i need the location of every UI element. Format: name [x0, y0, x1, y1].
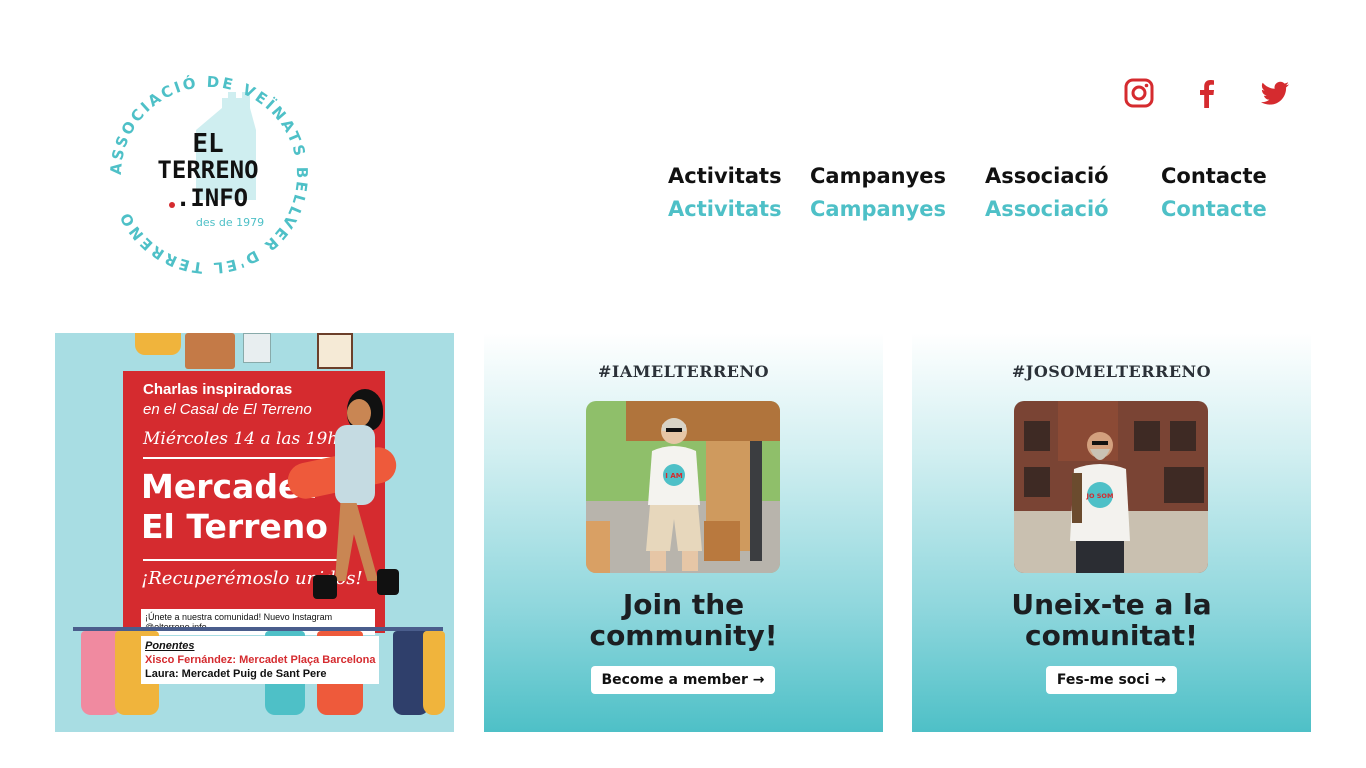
- become-member-button[interactable]: Become a member →: [591, 666, 775, 694]
- uneix-te-card: #JOSOMELTERRENO JO SOM Uneix-te a la com…: [912, 333, 1311, 732]
- nav-item-activitats[interactable]: Activitats Activitats: [668, 160, 810, 226]
- nav-label: Activitats: [668, 164, 782, 188]
- instagram-icon[interactable]: [1120, 74, 1158, 112]
- event-poster-card[interactable]: Charlas inspiradoras en el Casal de El T…: [55, 333, 454, 732]
- member-photo: JO SOM: [1014, 401, 1208, 573]
- poster-divider: [143, 559, 343, 561]
- poster-line1: Charlas inspiradoras: [143, 381, 293, 398]
- poster-lamp-illustration: [135, 333, 181, 355]
- nav-item-associacio[interactable]: Associació Associació: [985, 160, 1161, 226]
- nav-hover-label: Associació: [985, 197, 1109, 221]
- poster-frame-illustration: [317, 333, 353, 369]
- site-logo[interactable]: ASSOCIACIÓ DE VEÏNATS BELLVER D'EL TERRE…: [104, 70, 314, 280]
- nav-hover-label: Campanyes: [810, 197, 947, 221]
- poster-boot: [377, 569, 399, 595]
- card-headline: Join the community!: [484, 589, 883, 651]
- poster-shelf-illustration: [243, 333, 271, 363]
- facebook-icon[interactable]: [1188, 74, 1226, 112]
- nav-hover-label: Contacte: [1161, 197, 1267, 221]
- poster-garment: [423, 631, 445, 715]
- card-headline-line1: Join the: [622, 588, 745, 621]
- poster-date: Miércoles 14 a las 19h: [143, 429, 339, 449]
- card-headline-line2: community!: [589, 619, 778, 652]
- nav-label: Associació: [985, 164, 1109, 188]
- poster-speakers: Ponentes Xisco Fernández: Mercadet Plaça…: [141, 636, 380, 684]
- nav-item-campanyes[interactable]: Campanyes Campanyes: [810, 160, 985, 226]
- nav-label: Contacte: [1161, 164, 1267, 188]
- poster-woman-body: [335, 425, 375, 505]
- main-nav: Activitats Activitats Campanyes Campanye…: [668, 160, 1301, 226]
- poster-woman-face: [347, 399, 371, 427]
- shirt-text: JO SOM: [1086, 492, 1114, 500]
- fes-me-soci-button[interactable]: Fes-me soci →: [1046, 666, 1177, 694]
- poster-line2: en el Casal de El Terreno: [143, 401, 312, 418]
- poster-boot: [313, 575, 337, 599]
- card-headline: Uneix-te a la comunitat!: [912, 589, 1311, 651]
- poster-divider: [143, 457, 343, 459]
- nav-item-contacte[interactable]: Contacte Contacte: [1161, 160, 1301, 226]
- card-headline-line2: comunitat!: [1025, 619, 1198, 652]
- card-hashtag: #IAMELTERRENO: [597, 362, 770, 381]
- nav-label: Campanyes: [810, 164, 947, 188]
- poster-speakers-label: Ponentes: [145, 640, 195, 652]
- poster-speaker2: Laura: Mercadet Puig de Sant Pere: [145, 668, 327, 680]
- twitter-icon[interactable]: [1256, 74, 1294, 112]
- card-hashtag: #JOSOMELTERRENO: [1011, 362, 1212, 381]
- logo-line1: EL: [192, 129, 223, 159]
- logo-line2: TERRENO: [157, 156, 258, 184]
- logo-line3: .INFO: [176, 184, 248, 212]
- poster-dresser-illustration: [185, 333, 235, 369]
- social-links: [1120, 74, 1294, 112]
- member-photo: I AM: [586, 401, 780, 573]
- card-headline-line1: Uneix-te a la: [1011, 588, 1212, 621]
- logo-emblem: ASSOCIACIÓ DE VEÏNATS BELLVER D'EL TERRE…: [107, 73, 309, 278]
- shirt-text: I AM: [665, 472, 682, 480]
- logo-since: des de 1979: [196, 216, 264, 229]
- nav-hover-label: Activitats: [668, 197, 782, 221]
- join-community-card: #IAMELTERRENO I AM Join the community! B…: [484, 333, 883, 732]
- poster-speaker1: Xisco Fernández: Mercadet Plaça Barcelon…: [145, 654, 376, 666]
